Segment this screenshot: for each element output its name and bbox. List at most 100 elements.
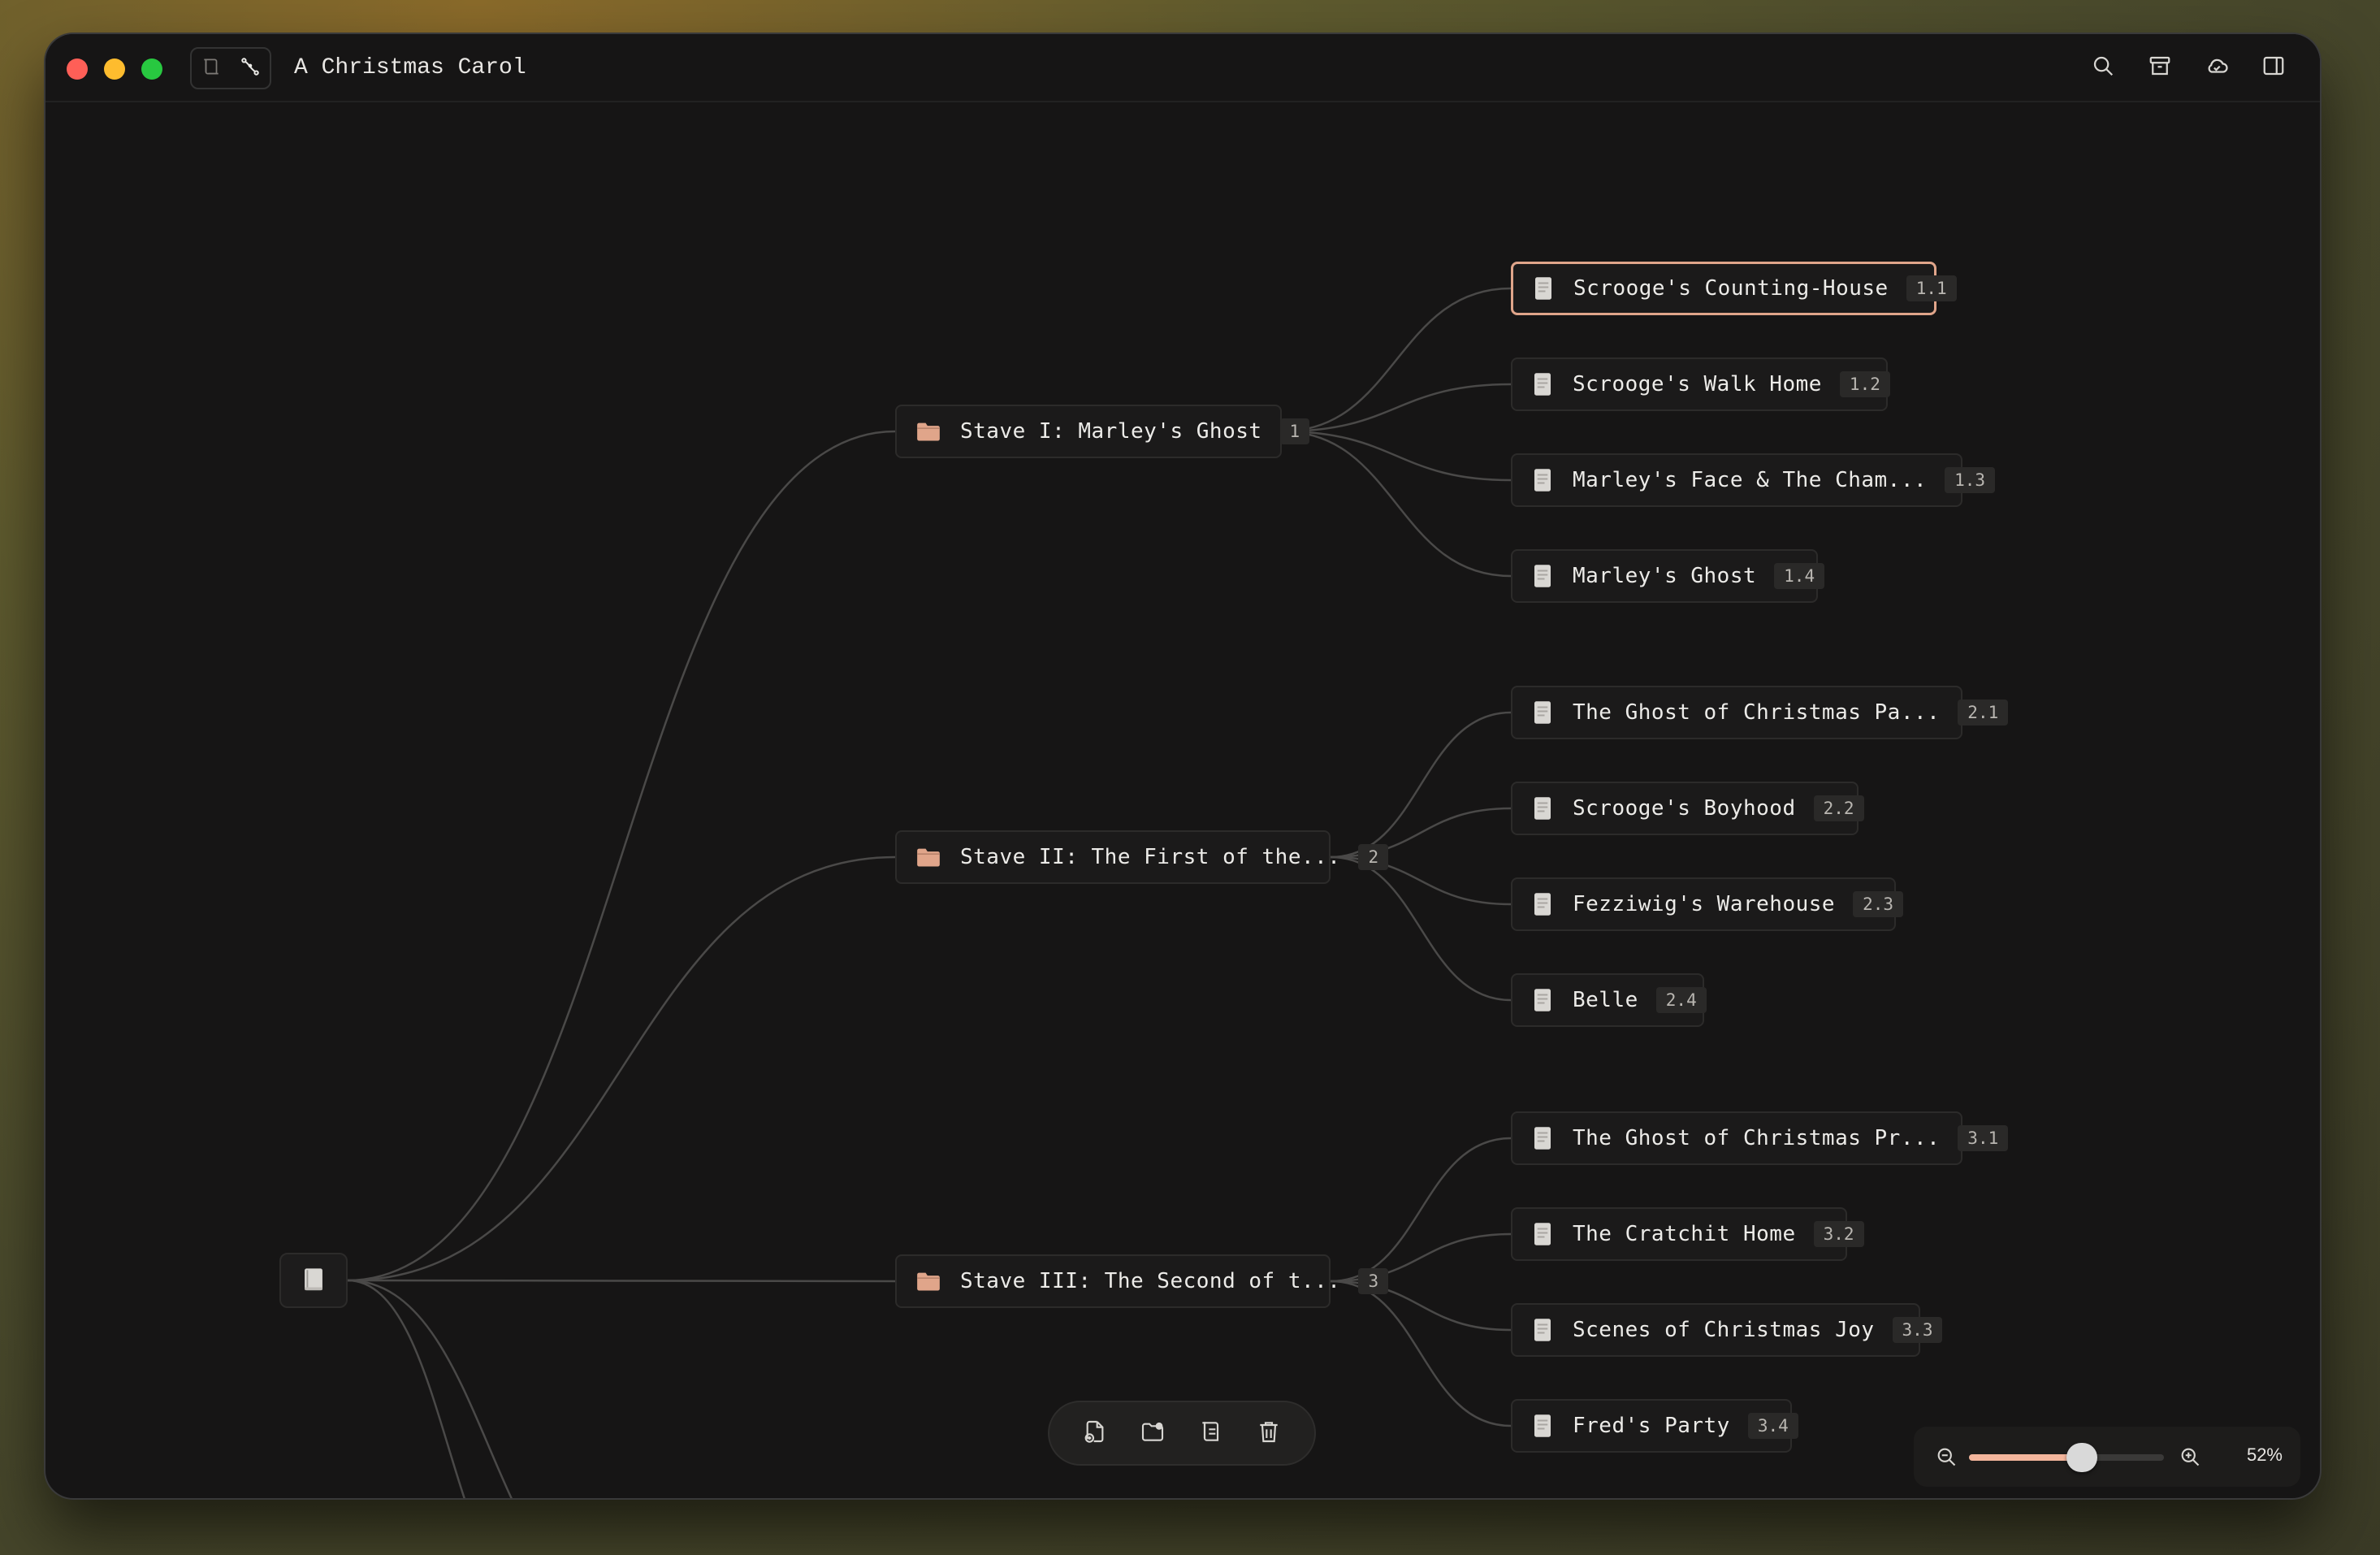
node-number-badge: 2.2 <box>1813 795 1864 821</box>
document-icon <box>1534 469 1551 492</box>
node-label: Stave II: The First of the... <box>960 845 1341 869</box>
maximize-window-button[interactable] <box>141 58 162 80</box>
node-number-badge: 1.1 <box>1906 275 1957 301</box>
view-mode-toggle[interactable] <box>190 47 271 89</box>
archive-icon[interactable] <box>2148 54 2172 81</box>
document-icon <box>1534 1319 1551 1341</box>
stave-to-scene-line <box>1281 383 1512 433</box>
scene-node[interactable]: Belle 2.4 <box>1511 973 1707 1027</box>
title-bar: A Christmas Carol <box>45 34 2320 102</box>
stave-to-scene-line <box>1330 855 1512 906</box>
stave-to-scene-line <box>1330 711 1512 859</box>
document-icon <box>1534 701 1551 724</box>
node-label: Scrooge's Counting-House <box>1573 276 1889 301</box>
zoom-slider-fill <box>1969 1454 2082 1461</box>
node-label: Scrooge's Walk Home <box>1573 372 1822 396</box>
stave-to-scene-line <box>1330 1137 1512 1283</box>
node-label: Fezziwig's Warehouse <box>1573 892 1836 916</box>
node-label: Marley's Ghost <box>1573 564 1757 588</box>
stave-node[interactable]: Stave I: Marley's Ghost 1 <box>895 405 1310 458</box>
document-icon <box>1534 1223 1551 1245</box>
cloud-sync-icon[interactable] <box>2205 54 2229 81</box>
zoom-percent: 52% <box>2246 1445 2283 1465</box>
node-label: The Cratchit Home <box>1573 1222 1796 1246</box>
document-icon <box>1534 1414 1551 1437</box>
scene-node[interactable]: Fred's Party 3.4 <box>1511 1399 1798 1453</box>
document-icon <box>1534 893 1551 916</box>
node-number-badge: 3.2 <box>1813 1221 1864 1247</box>
outline-icon[interactable] <box>201 56 222 80</box>
node-number-badge: 3.4 <box>1747 1413 1798 1439</box>
zoom-slider[interactable] <box>1969 1443 2164 1472</box>
zoom-slider-thumb[interactable] <box>2066 1443 2097 1472</box>
minimize-window-button[interactable] <box>104 58 125 80</box>
stave-to-scene-line <box>1281 287 1512 433</box>
stave-to-scene-line <box>1330 1280 1512 1332</box>
folder-icon <box>917 848 940 867</box>
folder-icon <box>917 422 940 441</box>
document-icon <box>1534 565 1551 587</box>
document-icon <box>1534 1127 1551 1150</box>
scene-node[interactable]: The Ghost of Christmas Pr... 3.1 <box>1511 1111 2009 1165</box>
trash-icon[interactable] <box>1256 1419 1282 1448</box>
document-icon <box>1534 989 1551 1011</box>
node-number-badge: 2.1 <box>1958 700 2009 726</box>
node-number-badge: 1.3 <box>1945 467 1996 493</box>
root-to-offscreen-line <box>347 1279 465 1498</box>
node-number-badge: 3 <box>1358 1268 1389 1294</box>
root-to-stave-line <box>347 430 896 1282</box>
root-to-offscreen-line <box>347 1279 513 1498</box>
node-label: Belle <box>1573 988 1638 1012</box>
search-icon[interactable] <box>2091 54 2115 81</box>
scene-node[interactable]: Fezziwig's Warehouse 2.3 <box>1511 877 1904 931</box>
close-window-button[interactable] <box>67 58 88 80</box>
node-label: The Ghost of Christmas Pr... <box>1573 1126 1941 1150</box>
scene-node[interactable]: The Ghost of Christmas Pa... 2.1 <box>1511 686 2009 739</box>
new-folder-icon[interactable] <box>1140 1419 1166 1448</box>
scene-node[interactable]: Scrooge's Boyhood 2.2 <box>1511 782 1864 835</box>
document-icon <box>1534 797 1551 820</box>
stave-to-scene-line <box>1330 807 1512 859</box>
stave-node[interactable]: Stave II: The First of the... 2 <box>895 830 1389 884</box>
stave-to-scene-line <box>1330 1232 1512 1283</box>
zoom-in-icon[interactable] <box>2179 1445 2201 1471</box>
stave-to-scene-line <box>1330 855 1512 1002</box>
scene-node[interactable]: Scenes of Christmas Joy 3.3 <box>1511 1303 1943 1357</box>
node-number-badge: 2.4 <box>1655 987 1707 1013</box>
node-label: Stave III: The Second of t... <box>960 1269 1341 1293</box>
mindmap-canvas[interactable]: Stave I: Marley's Ghost 1 Scrooge's Count… <box>45 102 2320 1498</box>
window-title: A Christmas Carol <box>294 55 526 80</box>
node-number-badge: 2.3 <box>1853 891 1904 917</box>
node-label: Scrooge's Boyhood <box>1573 796 1796 821</box>
stave-node[interactable]: Stave III: The Second of t... 3 <box>895 1254 1389 1308</box>
node-number-badge: 1 <box>1279 418 1310 444</box>
new-document-icon[interactable] <box>1082 1419 1108 1448</box>
root-to-stave-line <box>347 855 896 1282</box>
node-number-badge: 1.2 <box>1839 371 1890 397</box>
bottom-toolbar <box>1048 1401 1316 1466</box>
zoom-control: 52% <box>1914 1427 2300 1487</box>
sidebar-toggle-icon[interactable] <box>2261 54 2286 81</box>
node-number-badge: 1.4 <box>1774 563 1825 589</box>
document-icon <box>1535 277 1551 300</box>
stave-to-scene-line <box>1281 430 1512 578</box>
root-book-node[interactable] <box>279 1253 348 1308</box>
zoom-out-icon[interactable] <box>1935 1445 1958 1471</box>
node-label: The Ghost of Christmas Pa... <box>1573 700 1941 725</box>
stave-to-scene-line <box>1330 1280 1512 1427</box>
scene-node[interactable]: Scrooge's Counting-House 1.1 <box>1511 262 1957 315</box>
book-icon <box>305 1268 322 1291</box>
mindmap-icon[interactable] <box>240 56 261 80</box>
scene-node[interactable]: Marley's Ghost 1.4 <box>1511 549 1825 603</box>
scene-node[interactable]: Scrooge's Walk Home 1.2 <box>1511 357 1890 411</box>
document-icon <box>1534 373 1551 396</box>
node-label: Fred's Party <box>1573 1414 1730 1438</box>
scene-node[interactable]: The Cratchit Home 3.2 <box>1511 1207 1864 1261</box>
node-number-badge: 3.3 <box>1892 1317 1943 1343</box>
folder-icon <box>917 1272 940 1291</box>
scene-node[interactable]: Marley's Face & The Cham... 1.3 <box>1511 453 1996 507</box>
root-to-stave-line <box>347 1279 896 1283</box>
node-number-badge: 3.1 <box>1958 1125 2009 1151</box>
move-icon[interactable] <box>1198 1419 1224 1448</box>
node-label: Scenes of Christmas Joy <box>1573 1318 1875 1342</box>
